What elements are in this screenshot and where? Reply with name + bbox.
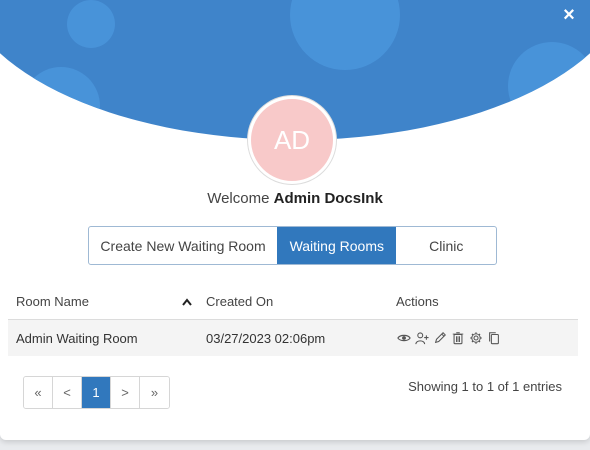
column-label: Actions bbox=[396, 294, 439, 309]
prev-page-button[interactable]: < bbox=[53, 377, 82, 408]
column-label: Created On bbox=[206, 294, 274, 309]
tab-create-waiting-room[interactable]: Create New Waiting Room bbox=[89, 227, 277, 264]
created-on: 03/27/2023 02:06pm bbox=[206, 330, 326, 346]
close-button[interactable]: × bbox=[558, 4, 580, 26]
page-1-button[interactable]: 1 bbox=[82, 377, 111, 408]
edit-icon[interactable] bbox=[432, 330, 448, 346]
actions-cell bbox=[388, 330, 578, 346]
pagination: « < 1 > » bbox=[23, 376, 170, 409]
table-header: Room Name Created On Actions bbox=[8, 284, 578, 320]
column-header-room-name[interactable]: Room Name bbox=[8, 294, 198, 309]
welcome-message: Welcome Admin DocsInk bbox=[0, 190, 590, 207]
column-header-actions: Actions bbox=[388, 294, 578, 309]
waiting-rooms-table: Room Name Created On Actions Admin Waiti… bbox=[8, 284, 578, 356]
last-page-button[interactable]: » bbox=[140, 377, 169, 408]
next-page-button[interactable]: > bbox=[111, 377, 140, 408]
welcome-prefix: Welcome bbox=[207, 190, 270, 207]
copy-icon[interactable] bbox=[486, 330, 502, 346]
table-row: Admin Waiting Room 03/27/2023 02:06pm bbox=[8, 320, 578, 356]
sort-up-icon[interactable] bbox=[182, 297, 192, 306]
settings-icon[interactable] bbox=[468, 330, 484, 346]
add-user-icon[interactable] bbox=[414, 330, 430, 346]
room-name: Admin Waiting Room bbox=[16, 330, 138, 346]
tab-bar: Create New Waiting Room Waiting Rooms Cl… bbox=[88, 226, 497, 265]
user-name: Admin DocsInk bbox=[273, 190, 383, 207]
column-label: Room Name bbox=[16, 294, 89, 309]
created-on-cell: 03/27/2023 02:06pm bbox=[198, 331, 388, 346]
avatar: AD bbox=[248, 96, 336, 184]
tab-clinic[interactable]: Clinic bbox=[396, 227, 496, 264]
column-header-created-on[interactable]: Created On bbox=[198, 294, 388, 309]
tab-waiting-rooms[interactable]: Waiting Rooms bbox=[277, 227, 397, 264]
waiting-rooms-modal: × AD Welcome Admin DocsInk Create New Wa… bbox=[0, 0, 590, 440]
first-page-button[interactable]: « bbox=[24, 377, 53, 408]
decor-bubble bbox=[67, 0, 115, 48]
decor-bubble bbox=[22, 67, 100, 140]
room-name-cell: Admin Waiting Room bbox=[8, 331, 198, 346]
delete-icon[interactable] bbox=[450, 330, 466, 346]
decor-bubble bbox=[290, 0, 400, 70]
view-icon[interactable] bbox=[396, 330, 412, 346]
entries-info: Showing 1 to 1 of 1 entries bbox=[408, 379, 562, 394]
decor-bubble bbox=[508, 42, 590, 130]
avatar-initials: AD bbox=[273, 124, 311, 155]
